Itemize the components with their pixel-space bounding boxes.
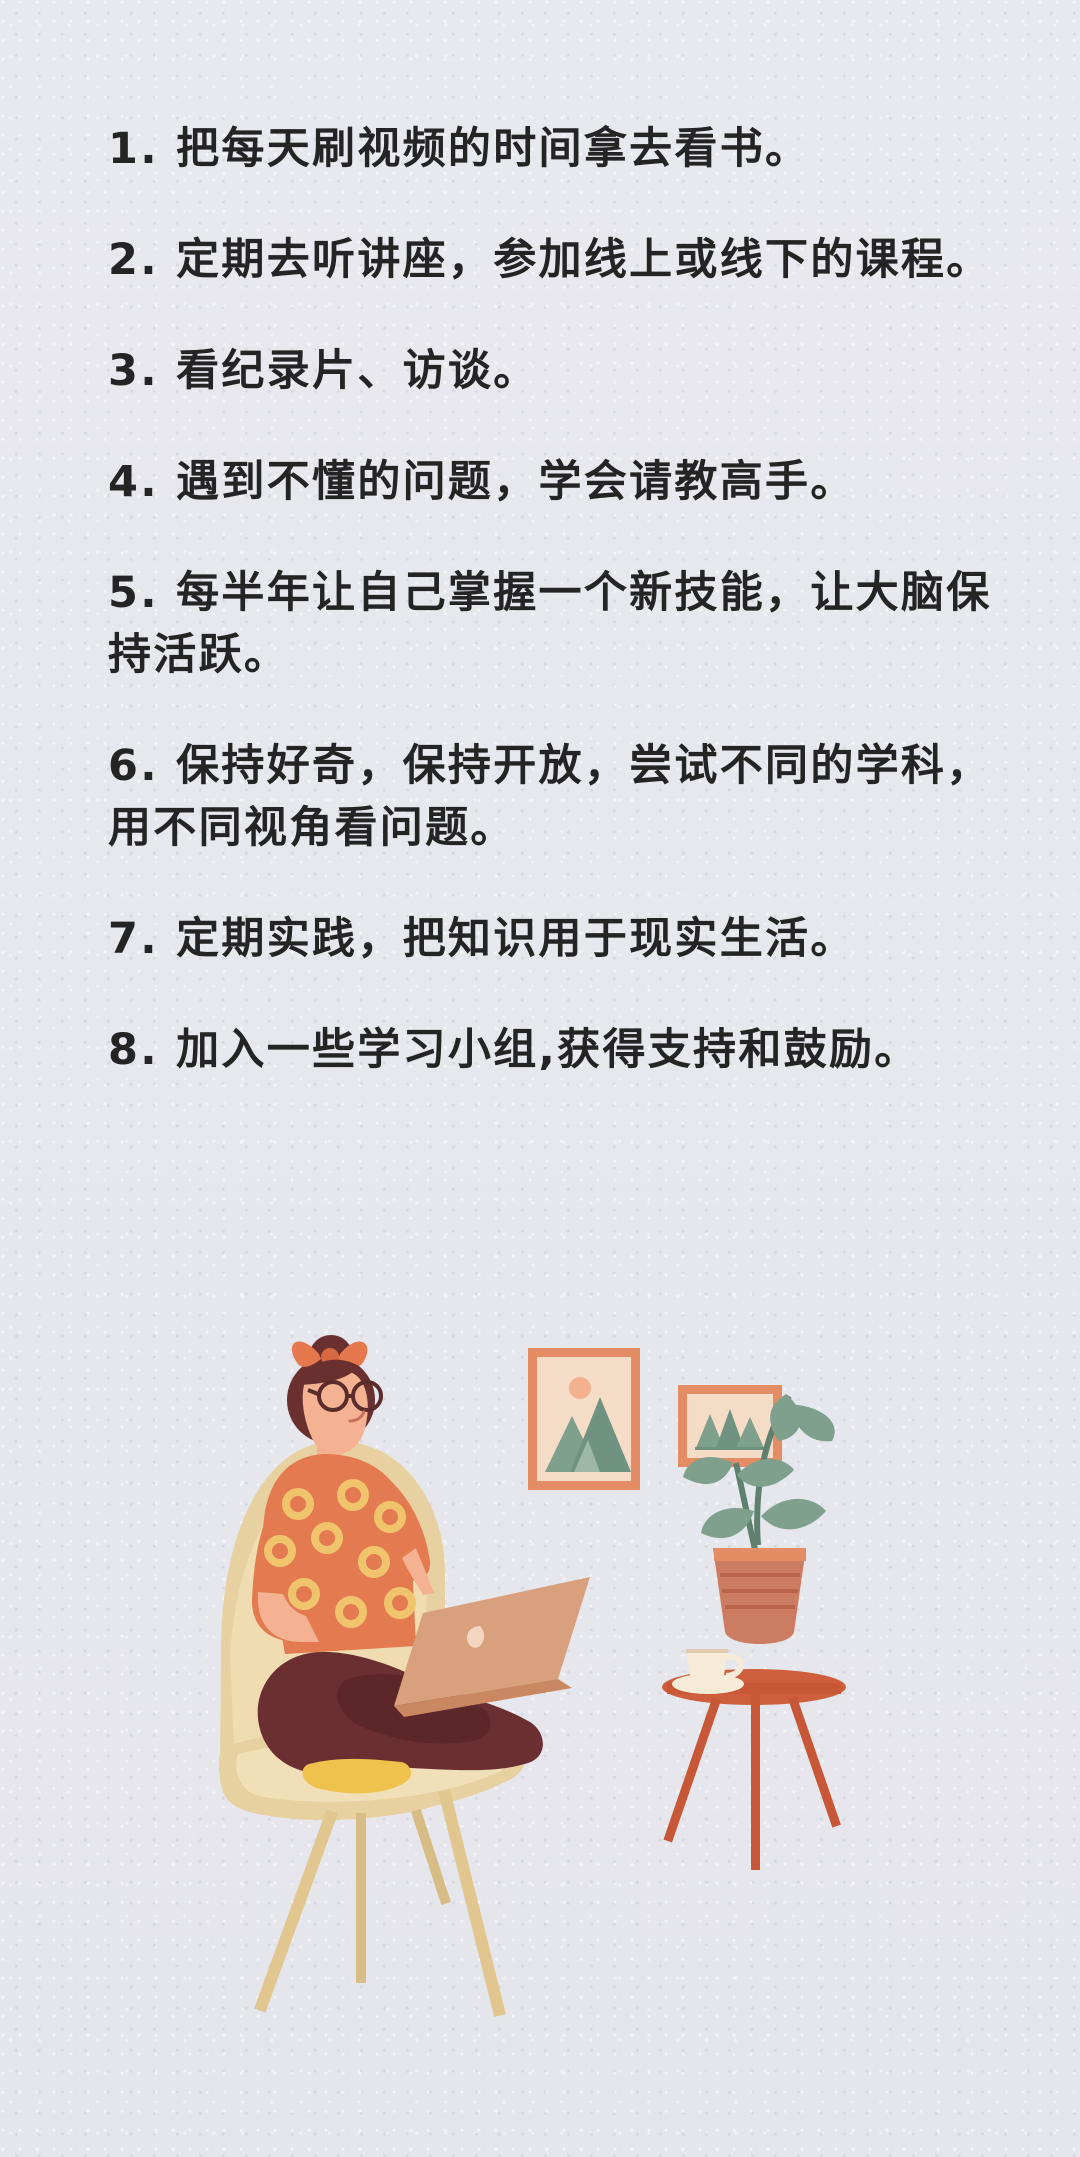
tip-item: 5. 每半年让自己掌握一个新技能，让大脑保持活跃。 bbox=[108, 568, 992, 680]
tip-item: 3. 看纪录片、访谈。 bbox=[108, 346, 539, 396]
tip-item: 4. 遇到不懂的问题，学会请教高手。 bbox=[108, 457, 856, 507]
side-table bbox=[662, 1669, 846, 1870]
tip-item: 7. 定期实践，把知识用于现实生活。 bbox=[108, 914, 856, 964]
tips-list: 1. 把每天刷视频的时间拿去看书。 2. 定期去听讲座，参加线上或线下的课程。 … bbox=[108, 118, 998, 1130]
tip-item: 6. 保持好奇，保持开放，尝试不同的学科，用不同视角看问题。 bbox=[108, 741, 992, 853]
page: 1. 把每天刷视频的时间拿去看书。 2. 定期去听讲座，参加线上或线下的课程。 … bbox=[0, 0, 1080, 2157]
tip-item: 1. 把每天刷视频的时间拿去看书。 bbox=[108, 124, 811, 174]
reading-scene-illustration bbox=[218, 1335, 846, 2018]
frame-large bbox=[528, 1348, 640, 1490]
tip-item: 2. 定期去听讲座，参加线上或线下的课程。 bbox=[108, 235, 992, 285]
cup bbox=[672, 1649, 744, 1694]
tip-item: 8. 加入一些学习小组,获得支持和鼓励。 bbox=[108, 1025, 920, 1075]
